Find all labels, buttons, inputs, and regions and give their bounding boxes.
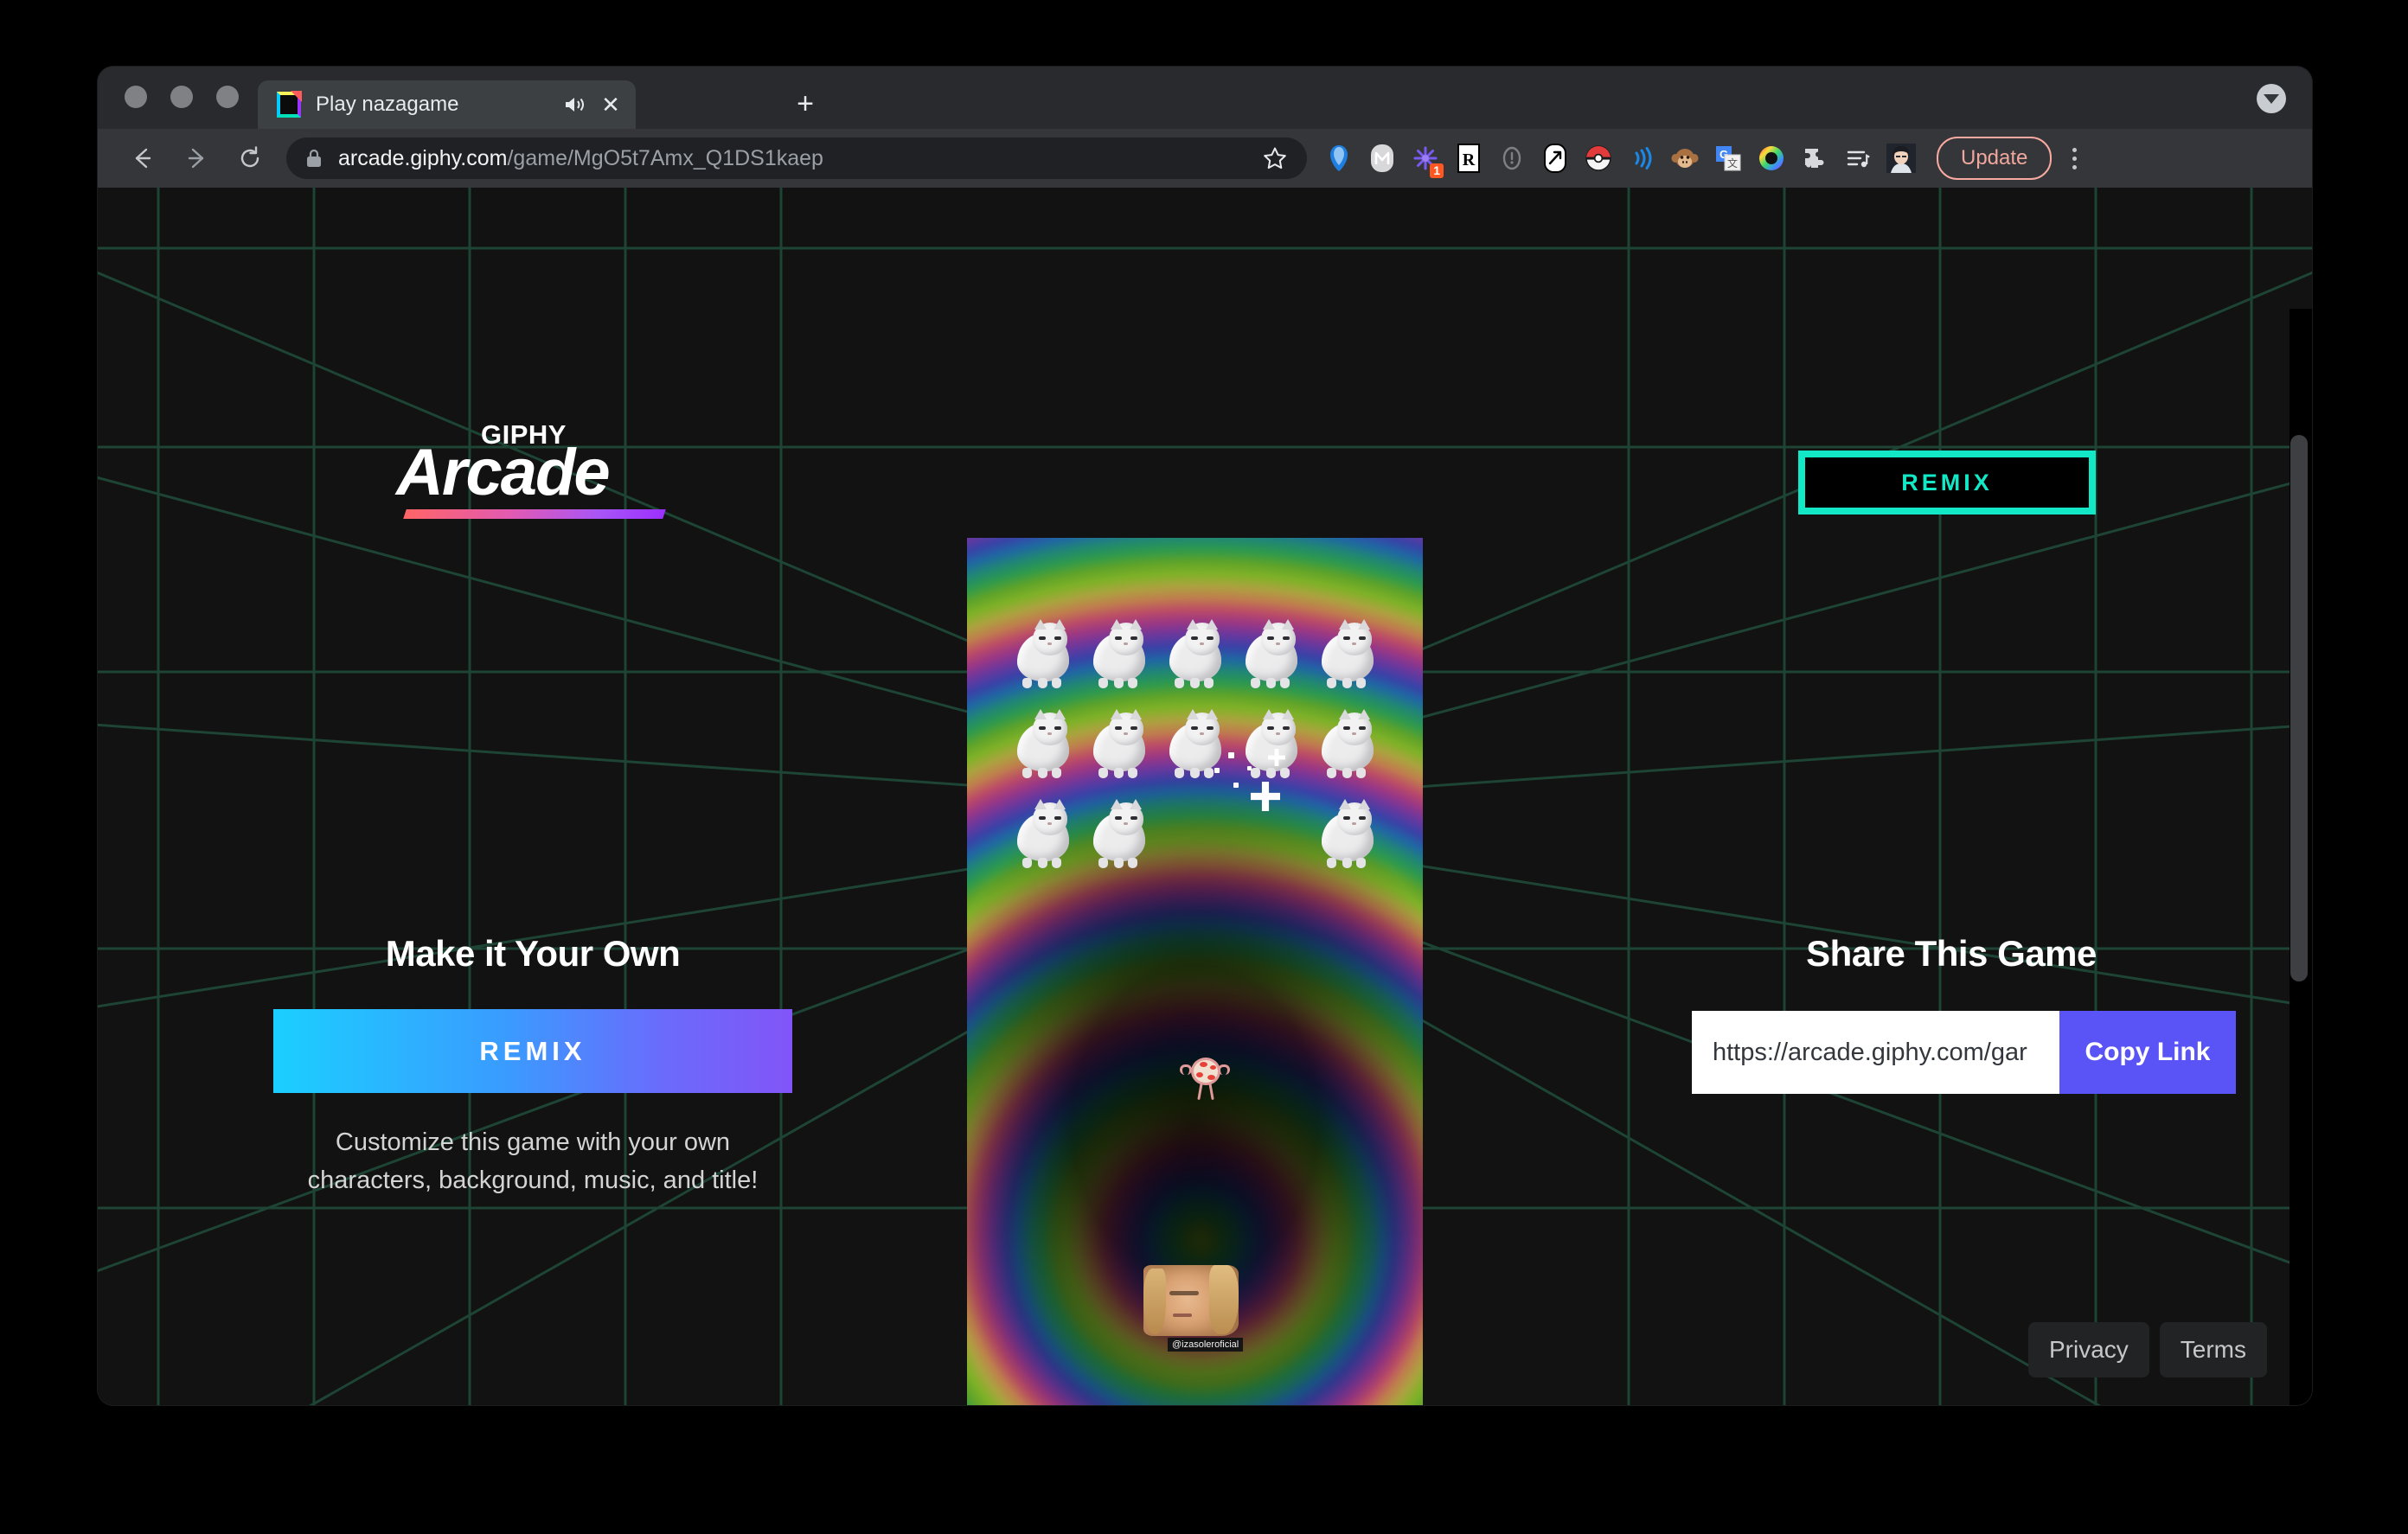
- white-cat-enemy[interactable]: [1316, 797, 1379, 868]
- remix-button-top[interactable]: REMIX: [1798, 451, 2096, 515]
- explosion-sparkle: [1206, 742, 1310, 820]
- close-window-button[interactable]: [125, 86, 147, 108]
- address-bar[interactable]: arcade.giphy.com/game/MgO5t7Amx_Q1DS1kae…: [286, 137, 1307, 179]
- pink-blob-character[interactable]: [1177, 1054, 1233, 1103]
- star-icon[interactable]: [1262, 145, 1288, 176]
- url-path: /game/MgO5t7Amx_Q1DS1kaep: [507, 145, 823, 170]
- playlist-icon[interactable]: [1838, 138, 1878, 178]
- chevron-down-icon: [2264, 93, 2279, 104]
- page-viewport: GIPHY Arcade REMIX @izasoleroficial Make…: [98, 188, 2312, 1405]
- giphy-arcade-favicon: [277, 91, 302, 118]
- enemy-cell: [1005, 612, 1081, 702]
- privacy-link[interactable]: Privacy: [2027, 1322, 2149, 1377]
- browser-tab[interactable]: Play nazagame ✕: [258, 80, 636, 129]
- padlock-icon: [305, 148, 323, 169]
- copy-link-button[interactable]: Copy Link: [2059, 1011, 2236, 1094]
- pocket-icon[interactable]: [1319, 138, 1359, 178]
- white-cat-enemy[interactable]: [1316, 617, 1379, 688]
- enemy-cell: [1310, 612, 1386, 702]
- tab-list-dropdown[interactable]: [2257, 84, 2286, 113]
- screenshot-root: Play nazagame ✕ + arcade.giphy.com/game/…: [0, 0, 2408, 1534]
- back-button[interactable]: [124, 139, 162, 177]
- enemy-cell: [1310, 792, 1386, 882]
- make-it-your-own-title: Make it Your Own: [385, 933, 681, 974]
- remix-button-main[interactable]: REMIX: [273, 1009, 792, 1093]
- white-cat-enemy[interactable]: [1240, 617, 1303, 688]
- white-cat-enemy[interactable]: [1088, 707, 1150, 778]
- svg-text:文: 文: [1727, 157, 1738, 169]
- google-translate-icon[interactable]: G文: [1708, 138, 1748, 178]
- close-tab-button[interactable]: ✕: [599, 93, 622, 116]
- white-cat-enemy[interactable]: [1164, 617, 1226, 688]
- svg-text:R: R: [1463, 150, 1476, 169]
- enemy-row: [1005, 702, 1386, 792]
- white-cat-enemy[interactable]: [1088, 797, 1150, 868]
- white-cat-enemy[interactable]: [1012, 707, 1074, 778]
- enemy-cell: [1157, 612, 1233, 702]
- momentum-icon[interactable]: [1362, 138, 1402, 178]
- page-scrollbar[interactable]: [2290, 309, 2312, 1405]
- enemy-row: [1005, 612, 1386, 702]
- profile-avatar[interactable]: [1881, 138, 1921, 178]
- update-button[interactable]: Update: [1937, 137, 2053, 180]
- make-it-your-own-description: Customize this game with your own charac…: [307, 1128, 759, 1194]
- arrow-box-icon[interactable]: [1535, 138, 1575, 178]
- woman-face-ship[interactable]: @izasoleroficial: [1143, 1265, 1244, 1352]
- enemy-cell: [1081, 792, 1157, 882]
- enemy-cell: [1233, 612, 1310, 702]
- chrome-menu-kebab[interactable]: [2057, 147, 2091, 169]
- maximize-window-button[interactable]: [216, 86, 239, 108]
- forward-button[interactable]: [177, 139, 215, 177]
- logo-gradient-underline: [403, 509, 666, 519]
- reader-r-icon[interactable]: R: [1449, 138, 1489, 178]
- make-it-your-own-panel: Make it Your Own REMIX Customize this ga…: [273, 933, 792, 1199]
- ship-watermark-label: @izasoleroficial: [1168, 1338, 1244, 1352]
- window-controls[interactable]: [125, 86, 239, 108]
- share-this-game-title: Share This Game: [1806, 933, 2097, 974]
- signal-icon[interactable]: [1622, 138, 1662, 178]
- game-stage[interactable]: @izasoleroficial: [967, 538, 1423, 1405]
- reload-button[interactable]: [231, 139, 269, 177]
- asterisk-icon[interactable]: 1: [1406, 138, 1445, 178]
- logo-arcade-text: Arcade: [396, 436, 611, 509]
- extensions-row: 1 R G 文: [1319, 138, 1921, 178]
- puzzle-piece-icon[interactable]: [1795, 138, 1835, 178]
- enemy-cell: [1310, 702, 1386, 792]
- enemy-cell: [1005, 792, 1081, 882]
- enemy-grid: [1005, 612, 1386, 882]
- remix-button-main-label: REMIX: [479, 1035, 586, 1066]
- browser-window: Play nazagame ✕ + arcade.giphy.com/game/…: [98, 67, 2312, 1405]
- enemy-cell: [1005, 702, 1081, 792]
- scrollbar-thumb[interactable]: [2290, 435, 2308, 981]
- enemy-row: [1005, 792, 1386, 882]
- url-host: arcade.giphy.com: [338, 145, 508, 170]
- pokeball-icon[interactable]: [1579, 138, 1618, 178]
- tab-strip: Play nazagame ✕ +: [98, 67, 2312, 129]
- enemy-cell: [1081, 612, 1157, 702]
- remix-button-top-label: REMIX: [1901, 469, 1993, 495]
- info-circle-icon[interactable]: [1492, 138, 1532, 178]
- tab-title: Play nazagame: [316, 93, 459, 116]
- minimize-window-button[interactable]: [170, 86, 193, 108]
- url-text: arcade.giphy.com/game/MgO5t7Amx_Q1DS1kae…: [338, 146, 1288, 171]
- white-cat-enemy[interactable]: [1088, 617, 1150, 688]
- white-cat-enemy[interactable]: [1316, 707, 1379, 778]
- white-cat-enemy[interactable]: [1012, 617, 1074, 688]
- color-ring-icon[interactable]: [1752, 138, 1791, 178]
- enemy-cell: [1081, 702, 1157, 792]
- share-this-game-panel: Share This Game Copy Link: [1692, 933, 2236, 1094]
- footer-links: Privacy Terms: [2027, 1322, 2267, 1377]
- browser-toolbar: arcade.giphy.com/game/MgO5t7Amx_Q1DS1kae…: [98, 129, 2312, 188]
- terms-link[interactable]: Terms: [2159, 1322, 2267, 1377]
- white-cat-enemy[interactable]: [1012, 797, 1074, 868]
- share-url-input[interactable]: [1692, 1011, 2059, 1094]
- extension-badge-count: 1: [1430, 163, 1444, 178]
- share-link-row: Copy Link: [1692, 1011, 2236, 1094]
- new-tab-button[interactable]: +: [790, 89, 821, 118]
- speaker-icon[interactable]: [563, 93, 586, 116]
- monkey-icon[interactable]: [1665, 138, 1705, 178]
